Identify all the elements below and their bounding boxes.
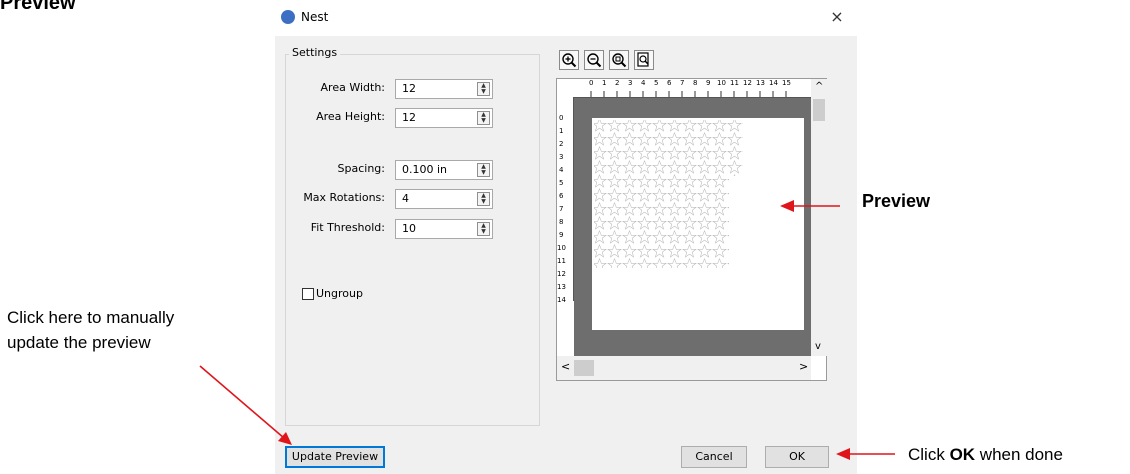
ruler-tick-label: 11 (557, 257, 566, 265)
max-rotations-label: Max Rotations: (303, 191, 385, 204)
max-rotations-stepper[interactable]: ▲ ▼ (477, 192, 490, 206)
material-area (592, 118, 804, 330)
ruler-tick-label: 3 (559, 153, 564, 161)
scroll-right-arrow[interactable]: > (799, 360, 808, 373)
ruler-tick-label: 4 (559, 166, 564, 174)
cancel-button[interactable]: Cancel (681, 446, 747, 468)
ruler-tick-label: 8 (559, 218, 564, 226)
ok-annotation-bold: OK (949, 445, 976, 464)
scroll-left-arrow[interactable]: < (561, 360, 570, 373)
area-width-label: Area Width: (320, 81, 385, 94)
update-annotation-line2: update the preview (7, 333, 151, 352)
area-width-stepper[interactable]: ▲ ▼ (477, 82, 490, 96)
ruler-tick-label: 10 (557, 244, 566, 252)
ruler-tick-label: 7 (559, 205, 564, 213)
ungroup-checkbox[interactable] (302, 288, 314, 300)
fit-threshold-value: 10 (402, 222, 416, 235)
ruler-tick-label: 12 (557, 270, 566, 278)
settings-group-label: Settings (289, 46, 341, 59)
vertical-scroll-thumb[interactable] (813, 99, 825, 121)
ruler-tick-label: 1 (559, 127, 564, 135)
nest-dialog: Nest × Settings Area Width: 12 ▲ ▼ Area H… (275, 0, 857, 474)
fit-threshold-label: Fit Threshold: (310, 221, 385, 234)
fit-threshold-input[interactable]: 10 ▲ ▼ (395, 219, 493, 239)
ruler-tick-label: 6 (559, 192, 564, 200)
nested-stars (594, 120, 743, 268)
page-heading: Preview (0, 0, 76, 14)
zoom-page-button[interactable] (634, 50, 654, 70)
area-width-input[interactable]: 12 ▲ ▼ (395, 79, 493, 99)
dialog-title: Nest (301, 10, 329, 24)
preview-canvas[interactable] (574, 98, 827, 356)
title-bar: Nest × (275, 0, 857, 36)
scroll-down-arrow[interactable]: v (815, 341, 821, 352)
ruler-tick-label: 2 (559, 140, 564, 148)
zoom-fit-icon (612, 53, 627, 68)
top-ruler-ticks (590, 91, 787, 97)
scroll-up-arrow[interactable]: ^ (815, 81, 823, 92)
update-annotation-line1: Click here to manually (7, 308, 175, 327)
area-width-value: 12 (402, 82, 416, 95)
spacing-input[interactable]: 0.100 in ▲ ▼ (395, 160, 493, 180)
ok-annotation-suffix: when done (975, 445, 1063, 464)
zoom-out-button[interactable] (584, 50, 604, 70)
spacing-value: 0.100 in (402, 163, 448, 176)
horizontal-scroll-thumb[interactable] (574, 360, 594, 376)
ok-button[interactable]: OK (765, 446, 829, 468)
ungroup-label[interactable]: Ungroup (316, 287, 363, 300)
top-ruler: 0 1 2 3 4 5 6 7 8 9 10 11 12 13 14 15 (557, 79, 825, 98)
zoom-in-icon (562, 53, 577, 68)
zoom-page-icon (637, 52, 649, 67)
preview-annotation: Preview (862, 191, 931, 211)
update-preview-button[interactable]: Update Preview (285, 446, 385, 468)
area-height-stepper[interactable]: ▲ ▼ (477, 111, 490, 125)
vertical-scrollbar[interactable]: ^ v (811, 79, 827, 356)
fit-threshold-stepper[interactable]: ▲ ▼ (477, 222, 490, 236)
spacing-label: Spacing: (337, 162, 385, 175)
ruler-tick-label: 9 (559, 231, 564, 239)
zoom-in-button[interactable] (559, 50, 579, 70)
area-height-input[interactable]: 12 ▲ ▼ (395, 108, 493, 128)
max-rotations-input[interactable]: 4 ▲ ▼ (395, 189, 493, 209)
area-height-label: Area Height: (316, 110, 385, 123)
ruler-tick-label: 5 (559, 179, 564, 187)
max-rotations-value: 4 (402, 192, 409, 205)
area-height-value: 12 (402, 111, 416, 124)
ruler-tick-label: 0 (559, 114, 564, 122)
spacing-stepper[interactable]: ▲ ▼ (477, 163, 490, 177)
app-icon (281, 10, 295, 24)
ruler-tick-label: 14 (557, 296, 566, 304)
close-button[interactable]: × (825, 5, 849, 29)
horizontal-scrollbar[interactable]: < > (557, 356, 811, 380)
ok-annotation-prefix: Click (908, 445, 950, 464)
update-arrow-line (199, 365, 285, 439)
left-ruler: 0 1 2 3 4 5 6 7 8 9 10 11 12 13 14 (557, 97, 574, 304)
ok-annotation: Click OK when done (908, 443, 1063, 466)
zoom-fit-button[interactable] (609, 50, 629, 70)
zoom-out-icon (587, 53, 602, 68)
ruler-tick-label: 13 (557, 283, 566, 291)
